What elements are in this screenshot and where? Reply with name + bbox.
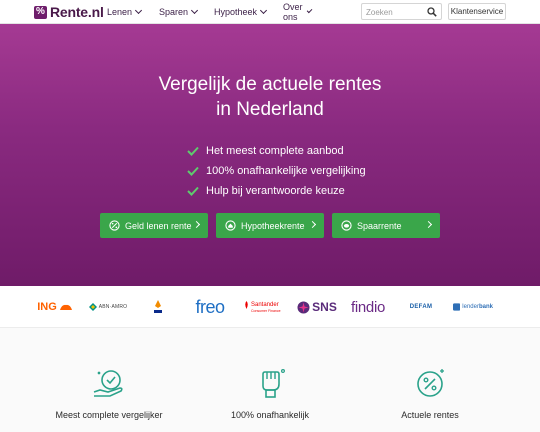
- sns-logo-text: SNS: [312, 300, 337, 314]
- hero-title-line-2: in Nederland: [216, 99, 324, 120]
- percent-logo-icon: %: [34, 5, 47, 19]
- feature-label: Actuele rentes: [401, 410, 459, 420]
- cta-row: Geld lenen rente Hypotheekrente Spaarren…: [100, 213, 440, 238]
- nav-item-hypotheek[interactable]: Hypotheek: [214, 6, 268, 17]
- abn-amro-logo: ABN·AMRO: [86, 296, 130, 318]
- check-icon: [187, 186, 199, 196]
- chevron-down-icon: [190, 6, 199, 15]
- abn-shield-icon: [88, 303, 97, 311]
- usp-item: Hulp bij verantwoorde keuze: [187, 181, 366, 201]
- complete-comparison-icon: [93, 370, 123, 397]
- nav-item-label: Sparen: [159, 7, 189, 17]
- usp-text: Het meest complete aanbod: [206, 145, 344, 157]
- nav-item-sparen[interactable]: Sparen: [159, 6, 199, 17]
- sns-logo: SNS: [296, 296, 338, 318]
- feature-label: 100% onafhankelijk: [230, 410, 310, 420]
- lion-icon: [59, 304, 72, 310]
- santander-logo: Santander Consumer Finance: [243, 296, 287, 318]
- geld-lenen-rente-button[interactable]: Geld lenen rente: [100, 213, 208, 238]
- rabobank-icon: [154, 300, 162, 313]
- piggy-bank-icon: [341, 220, 352, 231]
- usp-list: Het meest complete aanbod 100% onafhanke…: [187, 141, 366, 201]
- usp-item: 100% onafhankelijke vergelijking: [187, 161, 366, 181]
- lender-logo-text: lender: [462, 304, 479, 310]
- chevron-down-icon: [306, 7, 313, 14]
- search-box: [361, 3, 442, 20]
- findio-logo: findio: [347, 296, 389, 318]
- lender-sub-text: bank: [478, 304, 493, 310]
- santander-sub-text: Consumer Finance: [251, 309, 281, 313]
- chevron-right-icon: [308, 220, 317, 229]
- feature-item: 100% onafhankelijk: [190, 366, 350, 420]
- usp-text: Hulp bij verantwoorde keuze: [206, 185, 345, 197]
- raised-fist-icon: [262, 368, 286, 398]
- feature-item: Meest complete vergelijker: [29, 366, 189, 420]
- defam-logo: DEFAM: [405, 296, 437, 318]
- check-icon: [187, 146, 199, 156]
- search-icon[interactable]: [427, 7, 437, 17]
- nav-item-lenen[interactable]: Lenen: [107, 6, 143, 17]
- nav-item-label: Hypotheek: [214, 7, 258, 17]
- nav-item-label: Over ons: [283, 2, 303, 22]
- santander-logo-text: Santander: [251, 302, 279, 308]
- cta-label: Geld lenen rente: [125, 220, 192, 231]
- search-input[interactable]: [366, 6, 426, 18]
- chevron-right-icon: [424, 220, 433, 229]
- usp-text: 100% onafhankelijke vergelijking: [206, 165, 366, 177]
- ing-logo: ING: [34, 296, 76, 318]
- chevron-right-icon: [192, 220, 201, 229]
- ing-logo-text: ING: [37, 301, 57, 313]
- feature-item: Actuele rentes: [350, 366, 510, 420]
- logo[interactable]: % Rente.nl: [34, 4, 104, 20]
- cta-label: Hypotheekrente: [241, 220, 305, 231]
- spaarrente-button[interactable]: Spaarrente: [332, 213, 440, 238]
- santander-flame-icon: [245, 301, 248, 309]
- features-section: Meest complete vergelijker 100% onafhank…: [0, 328, 540, 432]
- hero-title-line-1: Vergelijk de actuele rentes: [158, 74, 382, 95]
- lender-bank-logo: lender bank: [453, 296, 493, 318]
- abn-amro-logo-text: ABN·AMRO: [98, 304, 128, 310]
- hero-title: Vergelijk de actuele rentes in Nederland: [0, 72, 540, 122]
- chevron-down-icon: [259, 6, 268, 15]
- defam-logo-text: DEFAM: [409, 304, 433, 310]
- partner-logos: ING ABN·AMRO freo Santander Consumer Fin…: [0, 286, 540, 328]
- percent-badge-icon: [417, 369, 444, 397]
- nav-item-over-ons[interactable]: Over ons: [283, 2, 313, 22]
- site-header: % Rente.nl Lenen Sparen Hypotheek Over o…: [0, 0, 540, 24]
- rabobank-logo: [148, 296, 168, 318]
- hero-section: Vergelijk de actuele rentes in Nederland…: [0, 24, 540, 286]
- hypotheekrente-button[interactable]: Hypotheekrente: [216, 213, 324, 238]
- freo-logo: freo: [190, 296, 230, 318]
- usp-item: Het meest complete aanbod: [187, 141, 366, 161]
- check-icon: [187, 166, 199, 176]
- logo-text: Rente.nl: [50, 4, 104, 20]
- customer-service-button[interactable]: Klantenservice: [448, 3, 506, 20]
- freo-logo-text: freo: [195, 296, 225, 317]
- lender-icon: [453, 303, 461, 311]
- feature-label: Meest complete vergelijker: [55, 410, 163, 420]
- percent-circle-icon: [109, 220, 120, 231]
- nav-item-label: Lenen: [107, 7, 133, 17]
- sns-star-icon: [297, 301, 310, 313]
- findio-logo-text: findio: [350, 298, 386, 316]
- chevron-down-icon: [134, 6, 143, 15]
- house-icon: [225, 220, 236, 231]
- cta-label: Spaarrente: [357, 220, 402, 231]
